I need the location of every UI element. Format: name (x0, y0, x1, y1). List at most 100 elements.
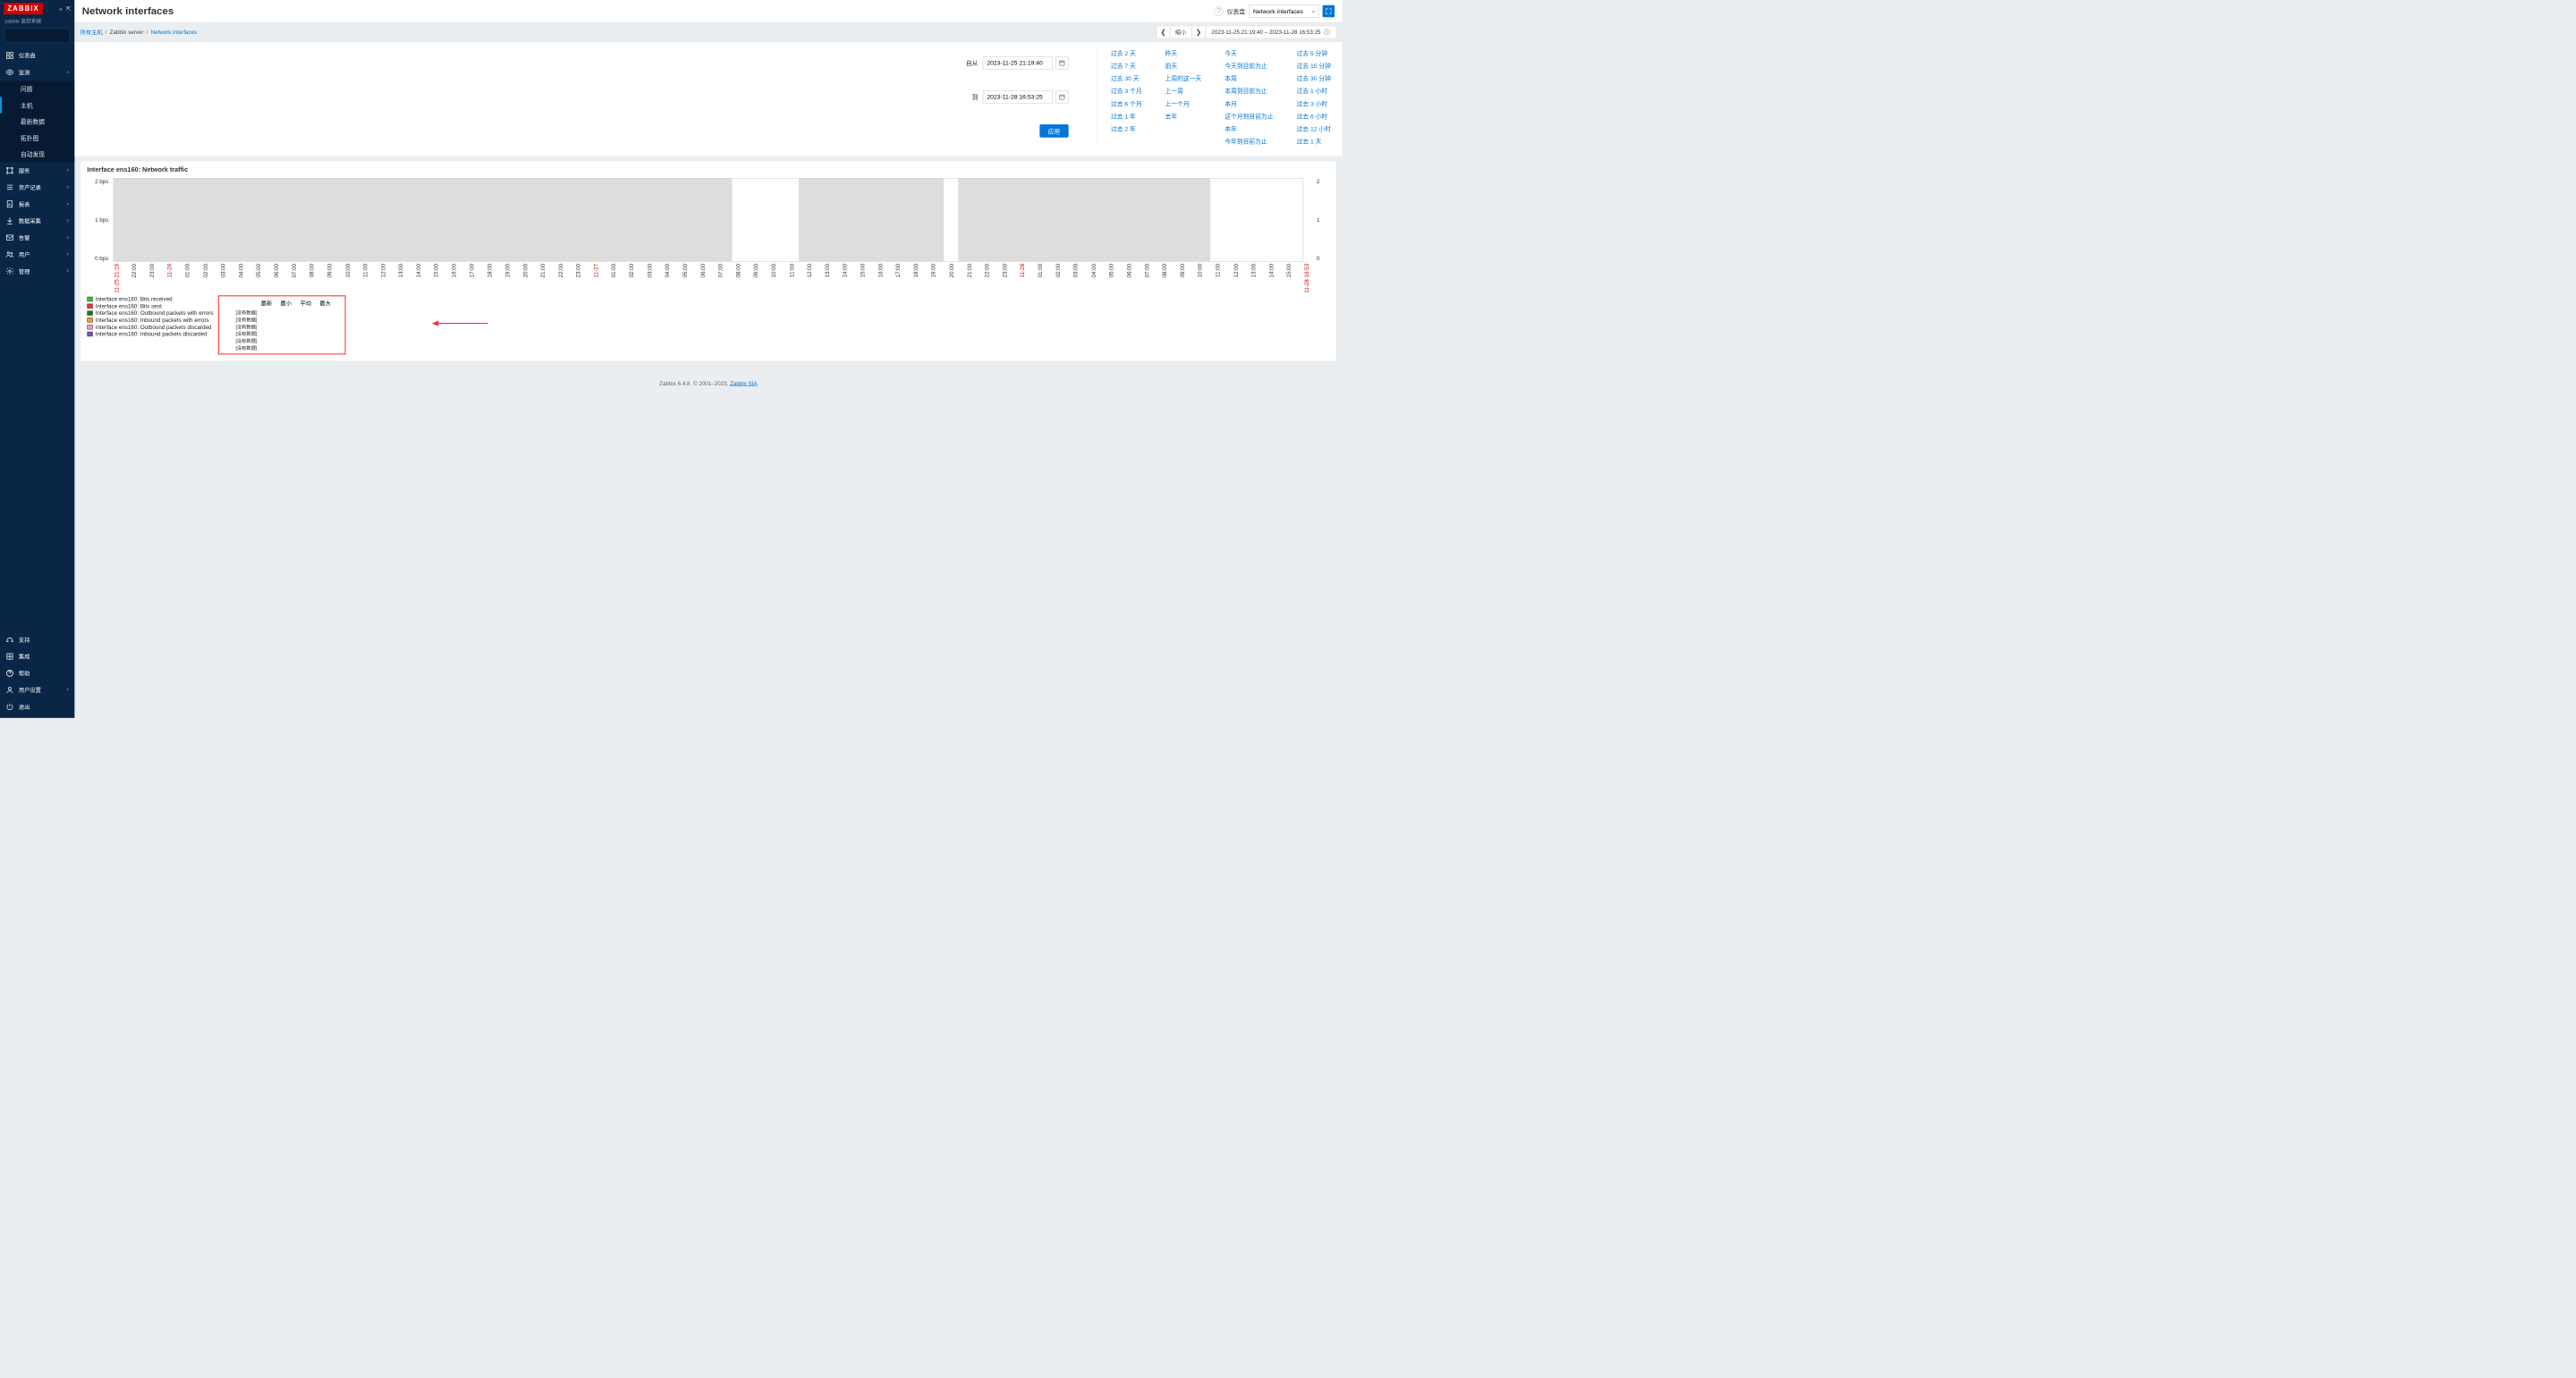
quick-range-link[interactable]: 本年 (1224, 124, 1273, 133)
legend-stats: 最新最小平均最大 [没有数据][没有数据][没有数据][没有数据][没有数据][… (218, 295, 346, 354)
quick-ranges: 过去 2 天过去 7 天过去 30 天过去 3 个月过去 6 个月过去 1 年过… (1097, 48, 1331, 145)
bottom-nav-sup[interactable]: 支持 (0, 631, 74, 648)
quick-range-link[interactable]: 今天到目前为止 (1224, 61, 1273, 70)
quick-range-link[interactable]: 过去 7 天 (1111, 61, 1142, 70)
zoom-out-button[interactable]: 缩小 (1170, 26, 1191, 39)
main: Network interfaces ? 仪表盘 Network interfa… (74, 0, 1342, 718)
fullscreen-button[interactable] (1323, 5, 1335, 18)
subnav-item[interactable]: 问题 (0, 80, 74, 97)
bottom-nav-int[interactable]: 集成 (0, 648, 74, 665)
quick-range-link[interactable]: 过去 2 天 (1111, 48, 1142, 57)
quick-range-link[interactable]: 过去 1 小时 (1297, 86, 1331, 95)
bottom-nav: 支持集成帮助用户设置˅退出 (0, 631, 74, 718)
quick-range-link[interactable]: 过去 15 分钟 (1297, 61, 1331, 70)
apply-button[interactable]: 应用 (1039, 124, 1068, 138)
quick-range-link[interactable]: 上一个月 (1165, 98, 1202, 107)
nav-item-dc[interactable]: 数据采集˅ (0, 213, 74, 230)
quick-range-link[interactable]: 过去 30 分钟 (1297, 73, 1331, 82)
annotation-arrow (432, 318, 488, 327)
sidebar: ZABBIX « ⇱ zabbix 监控系统 仪表盘监测˄问题主机最新数据拓扑图… (0, 0, 74, 718)
bc-current[interactable]: Network interfaces (150, 29, 197, 35)
quick-range-link[interactable]: 过去 3 个月 (1111, 86, 1142, 95)
graph-title: Interface ens160: Network traffic (80, 161, 1336, 178)
clock-icon: 🕓 (1324, 29, 1331, 35)
quick-range-link[interactable]: 上一周 (1165, 86, 1202, 95)
nav-item-rpt[interactable]: 报表˅ (0, 196, 74, 213)
quick-range-link[interactable]: 这个月到目前为止 (1224, 112, 1273, 121)
nav-item-dash[interactable]: 仪表盘 (0, 47, 74, 64)
quick-range-link[interactable]: 过去 6 个月 (1111, 98, 1142, 107)
dashboard-select[interactable]: Network interfaces (1249, 4, 1318, 18)
subnav-item[interactable]: 自动发现 (0, 146, 74, 162)
quick-range-link[interactable]: 今年到目前为止 (1224, 137, 1273, 146)
popout-icon[interactable]: ⇱ (66, 5, 71, 12)
sidebar-collapse-icons[interactable]: « ⇱ (59, 5, 71, 12)
dashboard-label: 仪表盘 (1227, 7, 1245, 16)
page-title: Network interfaces (82, 5, 174, 18)
quick-range-link[interactable]: 前天 (1165, 61, 1202, 70)
quick-range-link[interactable]: 过去 3 小时 (1297, 98, 1331, 107)
quick-range-link[interactable]: 上周的这一天 (1165, 73, 1202, 82)
legend-row: Interface ens160: Bits received (87, 295, 213, 302)
legend-row: Interface ens160: Inbound packets discar… (87, 330, 213, 337)
y-axis-right: 210 (1317, 178, 1319, 262)
footer-link[interactable]: Zabbix SIA (730, 380, 758, 386)
y-axis-left: 2 bps1 bps0 bps (90, 178, 109, 262)
logo-row: ZABBIX « ⇱ (0, 0, 74, 17)
quick-range-link[interactable]: 去年 (1165, 112, 1202, 121)
time-range-display[interactable]: 2023-11-25 21:19:40 – 2023-11-28 16:53:2… (1206, 26, 1337, 39)
nav-item-eye[interactable]: 监测˄ (0, 63, 74, 80)
bottom-nav-hlp[interactable]: 帮助 (0, 664, 74, 681)
quick-range-link[interactable]: 过去 5 分钟 (1297, 48, 1331, 57)
nav-item-cog[interactable]: 管理˅ (0, 263, 74, 280)
quick-range-link[interactable]: 过去 1 天 (1297, 137, 1331, 146)
legend-row: Interface ens160: Outbound packets disca… (87, 324, 213, 331)
graph-widget: Interface ens160: Network traffic 2 bps1… (80, 161, 1337, 362)
subnav-item[interactable]: 拓扑图 (0, 130, 74, 146)
to-label: 到 (972, 92, 979, 101)
bottom-nav-off[interactable]: 退出 (0, 698, 74, 715)
subnav-item[interactable]: 主机 (0, 97, 74, 113)
from-label: 自从 (966, 58, 979, 67)
quick-range-link[interactable]: 本周 (1224, 73, 1273, 82)
nav-item-svc[interactable]: 服务˅ (0, 162, 74, 179)
quick-range-link[interactable]: 本月 (1224, 98, 1273, 107)
quick-range-link[interactable]: 过去 1 年 (1111, 112, 1142, 121)
quick-range-link[interactable]: 过去 30 天 (1111, 73, 1142, 82)
time-selector-panel: 自从 到 应用 过去 2 天过去 7 天过去 30 天过去 3 个月过去 6 个… (74, 42, 1342, 157)
footer: Zabbix 6.4.8. © 2001–2023, Zabbix SIA (74, 361, 1342, 396)
nav-item-usr[interactable]: 用户˅ (0, 246, 74, 263)
quick-range-link[interactable]: 昨天 (1165, 48, 1202, 57)
help-icon[interactable]: ? (1214, 6, 1223, 15)
zabbix-logo: ZABBIX (4, 3, 43, 14)
breadcrumb-bar: 所有主机/ Zabbix server/ Network interfaces … (74, 23, 1342, 42)
subnav-item[interactable]: 最新数据 (0, 114, 74, 130)
legend-series: Interface ens160: Bits receivedInterface… (87, 295, 213, 354)
bottom-nav-uset[interactable]: 用户设置˅ (0, 681, 74, 698)
time-nav: ❮ 缩小 ❯ 2023-11-25 21:19:40 – 2023-11-28 … (1157, 26, 1337, 39)
to-input[interactable] (983, 90, 1053, 104)
from-input[interactable] (983, 56, 1053, 70)
time-prev-button[interactable]: ❮ (1157, 26, 1170, 39)
to-calendar-icon[interactable] (1055, 90, 1069, 104)
from-calendar-icon[interactable] (1055, 56, 1069, 70)
quick-range-link[interactable]: 过去 6 小时 (1297, 112, 1331, 121)
quick-range-link[interactable]: 过去 12 小时 (1297, 124, 1331, 133)
quick-range-link[interactable]: 过去 2 年 (1111, 124, 1142, 133)
quick-range-link[interactable]: 今天 (1224, 48, 1273, 57)
bc-all-hosts[interactable]: 所有主机 (80, 29, 103, 37)
bc-host: Zabbix server (110, 29, 144, 35)
search-box[interactable] (4, 29, 70, 43)
x-axis: 11-25 21:1922:0023:0011-2601:0002:0003:0… (114, 264, 1304, 292)
quick-range-link[interactable]: 本周到目前为止 (1224, 86, 1273, 95)
time-next-button[interactable]: ❯ (1191, 26, 1205, 39)
chart-area[interactable]: 2 bps1 bps0 bps 210 (114, 178, 1304, 262)
plot (114, 178, 1304, 262)
legend-row: Interface ens160: Bits sent (87, 302, 213, 309)
nav-item-mail[interactable]: 告警˅ (0, 229, 74, 246)
breadcrumb: 所有主机/ Zabbix server/ Network interfaces (80, 29, 198, 37)
search-input[interactable] (9, 32, 81, 38)
main-nav: 仪表盘监测˄问题主机最新数据拓扑图自动发现服务˅资产记录˅报表˅数据采集˅告警˅… (0, 47, 74, 280)
nav-item-inv[interactable]: 资产记录˅ (0, 179, 74, 196)
collapse-icon[interactable]: « (59, 5, 62, 12)
